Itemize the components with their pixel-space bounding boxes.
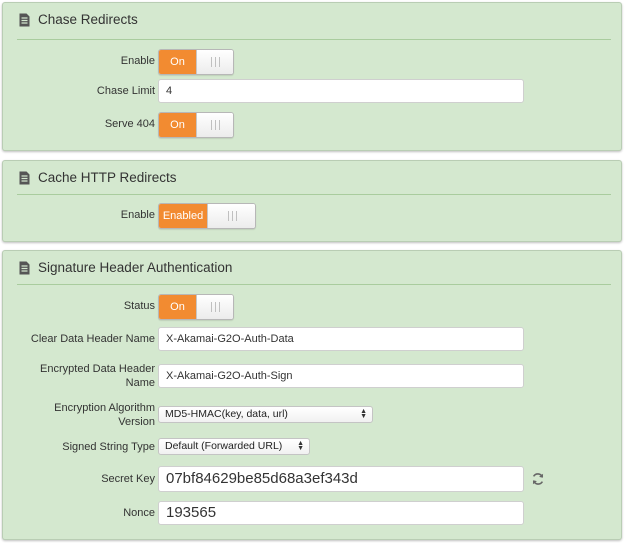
clear-header-row: Clear Data Header Name X-Akamai-G2O-Auth… bbox=[3, 327, 621, 351]
chase-limit-row: Chase Limit 4 bbox=[3, 79, 621, 103]
toggle-knob[interactable] bbox=[207, 204, 255, 228]
enable-row: Enable Enabled bbox=[3, 203, 621, 229]
select-arrows-icon: ▲ ▼ bbox=[297, 440, 304, 452]
toggle-knob[interactable] bbox=[196, 113, 233, 137]
secret-key-input[interactable]: 07bf84629be85d68a3ef343d bbox=[158, 466, 524, 492]
encrypted-header-input[interactable]: X-Akamai-G2O-Auth-Sign bbox=[158, 364, 524, 388]
panel-header: Cache HTTP Redirects bbox=[17, 161, 611, 195]
signed-string-select[interactable]: Default (Forwarded URL) ▲ ▼ bbox=[158, 438, 310, 455]
cache-http-redirects-panel: Cache HTTP Redirects Enable Enabled bbox=[2, 160, 622, 242]
algorithm-select[interactable]: MD5-HMAC(key, data, url) ▲ ▼ bbox=[158, 406, 373, 423]
panel-title: Chase Redirects bbox=[38, 12, 138, 27]
nonce-input[interactable]: 193565 bbox=[158, 501, 524, 525]
select-arrows-icon: ▲ ▼ bbox=[360, 408, 367, 420]
chase-limit-label: Chase Limit bbox=[96, 85, 155, 97]
document-icon bbox=[19, 171, 30, 185]
toggle-on-label: On bbox=[159, 295, 196, 319]
secret-key-label: Secret Key bbox=[101, 473, 155, 485]
document-icon bbox=[19, 13, 30, 27]
cache-enable-toggle[interactable]: Enabled bbox=[158, 203, 256, 229]
clear-header-label: Clear Data Header Name bbox=[30, 333, 155, 345]
panel-header: Chase Redirects bbox=[17, 3, 611, 40]
toggle-on-label: On bbox=[159, 113, 196, 137]
algorithm-selected-value: MD5-HMAC(key, data, url) bbox=[165, 408, 288, 420]
status-toggle[interactable]: On bbox=[158, 294, 234, 320]
signed-string-selected-value: Default (Forwarded URL) bbox=[165, 440, 283, 452]
clear-header-input[interactable]: X-Akamai-G2O-Auth-Data bbox=[158, 327, 524, 351]
serve-404-row: Serve 404 On bbox=[3, 112, 621, 138]
toggle-knob[interactable] bbox=[196, 50, 233, 74]
encrypted-header-label: Encrypted Data Header Name bbox=[40, 363, 155, 389]
grip-icon bbox=[211, 57, 220, 67]
grip-icon bbox=[227, 211, 237, 221]
algorithm-label: Encryption Algorithm Version bbox=[54, 402, 155, 428]
signed-string-label: Signed String Type bbox=[62, 441, 155, 453]
toggle-knob[interactable] bbox=[196, 295, 233, 319]
nonce-row: Nonce 193565 bbox=[3, 501, 621, 525]
toggle-on-label: Enabled bbox=[159, 204, 207, 228]
enable-label: Enable bbox=[120, 55, 155, 67]
grip-icon bbox=[211, 120, 220, 130]
status-label: Status bbox=[123, 300, 155, 312]
toggle-on-label: On bbox=[159, 50, 196, 74]
signed-string-row: Signed String Type Default (Forwarded UR… bbox=[3, 438, 621, 456]
grip-icon bbox=[211, 302, 220, 312]
status-row: Status On bbox=[3, 294, 621, 320]
document-icon bbox=[19, 261, 30, 275]
chase-redirects-panel: Chase Redirects Enable On Chase Limit 4 … bbox=[2, 2, 622, 151]
algorithm-row: Encryption Algorithm Version MD5-HMAC(ke… bbox=[3, 401, 621, 429]
signature-auth-panel: Signature Header Authentication Status O… bbox=[2, 250, 622, 540]
chase-limit-input[interactable]: 4 bbox=[158, 79, 524, 103]
refresh-icon[interactable] bbox=[531, 472, 545, 486]
panel-header: Signature Header Authentication bbox=[17, 251, 611, 285]
nonce-label: Nonce bbox=[123, 507, 155, 519]
enable-label: Enable bbox=[120, 209, 155, 221]
panel-title: Cache HTTP Redirects bbox=[38, 170, 177, 185]
enable-row: Enable On bbox=[3, 49, 621, 75]
secret-key-row: Secret Key 07bf84629be85d68a3ef343d bbox=[3, 466, 621, 492]
serve-404-toggle[interactable]: On bbox=[158, 112, 234, 138]
panel-title: Signature Header Authentication bbox=[38, 260, 233, 275]
enable-toggle[interactable]: On bbox=[158, 49, 234, 75]
serve-404-label: Serve 404 bbox=[104, 118, 155, 130]
encrypted-header-row: Encrypted Data Header Name X-Akamai-G2O-… bbox=[3, 363, 621, 391]
